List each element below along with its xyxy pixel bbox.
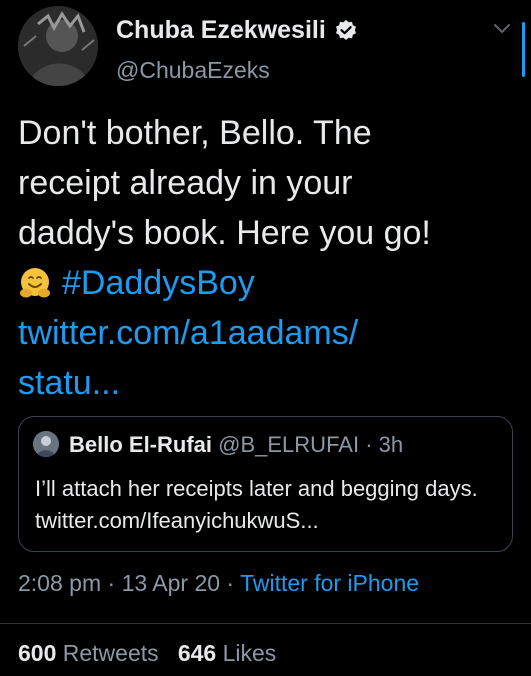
quoted-tweet-card[interactable]: Bello El-Rufai @B_ELRUFAI · 3h I’ll atta… — [18, 416, 513, 552]
likes-count: 646 — [177, 640, 217, 666]
tweet-text-line: Don't bother, Bello. The — [18, 114, 372, 152]
tweet-link-continued[interactable]: statu... — [18, 358, 488, 408]
verified-badge-icon — [335, 19, 356, 40]
retweets-stat[interactable]: 600 Retweets — [18, 640, 159, 666]
quoted-tweet-time: 3h — [378, 432, 404, 457]
retweets-count: 600 — [18, 640, 57, 666]
avatar-photo — [18, 6, 98, 86]
quoted-author-name[interactable]: Bello El-Rufai — [69, 432, 212, 457]
separator-dot: · — [107, 570, 116, 596]
likes-label: Likes — [222, 640, 277, 666]
retweets-label: Retweets — [62, 640, 159, 666]
tweet-date: 13 Apr 20 — [121, 570, 221, 596]
tweet-text-line: daddy's book. Here you go! — [18, 214, 431, 252]
hashtag-link[interactable]: #DaddysBoy — [62, 264, 255, 302]
chevron-down-icon[interactable] — [493, 22, 511, 36]
tweet-stats: 600 Retweets 646 Likes — [18, 640, 276, 667]
tweet-meta: 2:08 pm · 13 Apr 20 · Twitter for iPhone — [18, 570, 419, 597]
quoted-avatar-photo — [33, 431, 59, 457]
tweet-text: Don't bother, Bello. The receipt already… — [18, 108, 488, 408]
quoted-author-avatar — [33, 431, 59, 457]
likes-stat[interactable]: 646 Likes — [178, 640, 276, 666]
scrollbar[interactable] — [522, 22, 525, 77]
tweet-time: 2:08 pm — [18, 570, 102, 596]
separator-dot: · — [226, 570, 235, 596]
tweet-source-link[interactable]: Twitter for iPhone — [240, 570, 419, 596]
author-name[interactable]: Chuba Ezekwesili — [116, 16, 326, 45]
hugging-face-emoji-icon — [20, 268, 50, 298]
tweet-text-line: receipt already in your — [18, 164, 353, 202]
separator-dot: · — [365, 432, 373, 457]
quoted-tweet-text: I’ll attach her receipts later and beggi… — [35, 476, 478, 533]
author-handle[interactable]: @ChubaEzeks — [116, 57, 270, 84]
author-avatar[interactable] — [18, 6, 98, 86]
divider — [0, 623, 531, 624]
tweet-link[interactable]: twitter.com/a1aadams/ — [18, 308, 488, 358]
quoted-author-handle[interactable]: @B_ELRUFAI — [218, 432, 359, 457]
